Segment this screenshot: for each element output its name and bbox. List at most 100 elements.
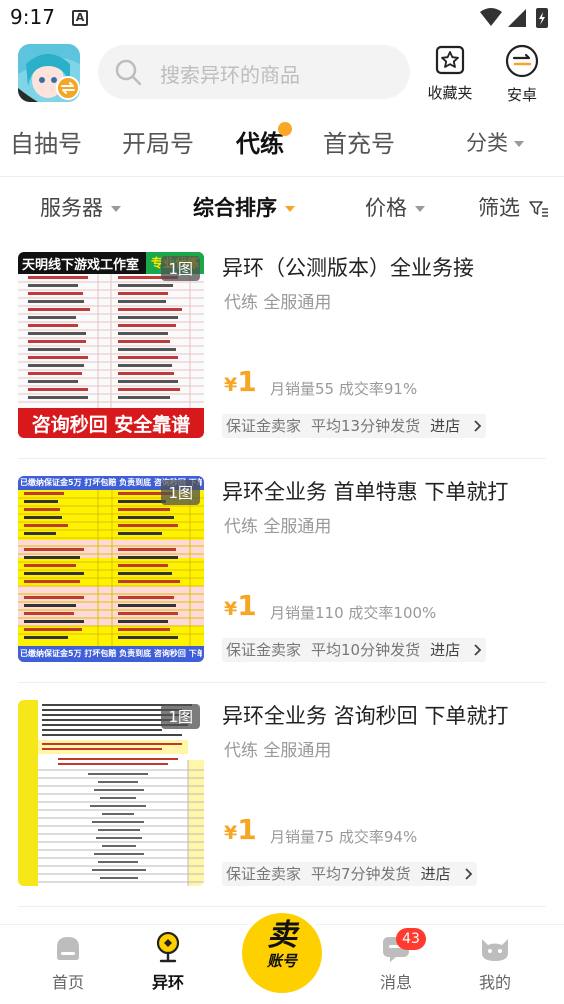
yihuan-game-icon <box>156 931 180 963</box>
profile-cat-icon <box>482 939 508 961</box>
thumb-footer: 咨询秒回 安全靠谱 <box>31 414 191 436</box>
nav-messages-label: 消息 <box>379 973 412 992</box>
search-icon <box>115 59 142 86</box>
price-currency: ¥ <box>224 822 238 844</box>
filter-server[interactable]: 服务器 <box>40 192 121 222</box>
chevron-right-icon <box>474 420 482 432</box>
home-icon <box>57 937 79 960</box>
sell-label-top: 卖 <box>267 918 297 953</box>
seller-tags: 保证金卖家 平均10分钟发货 进店 <box>222 638 487 662</box>
chevron-down-icon <box>111 206 121 212</box>
tab-categories[interactable]: 分类 <box>466 127 524 157</box>
product-price: ¥1 <box>224 813 257 846</box>
enter-store-link[interactable]: 进店 <box>430 417 482 435</box>
deposit-seller-tag: 保证金卖家 <box>226 865 302 883</box>
product-title[interactable]: 异环（公测版本）全业务接 <box>222 252 474 282</box>
delivery-time-tag: 平均10分钟发货 <box>311 641 421 659</box>
enter-store-label: 进店 <box>430 417 461 435</box>
product-image[interactable]: 已缴纳保证金5万 打坏包赔 负责到底 咨询秒回 下单就打 已缴纳保证金5万 打坏… <box>18 476 204 662</box>
product-subtitle: 代练 全服通用 <box>224 293 332 313</box>
favorites-star-icon <box>435 45 465 75</box>
nav-home-label: 首页 <box>51 973 84 992</box>
product-price: ¥1 <box>224 589 257 622</box>
product-subtitle: 代练 全服通用 <box>224 517 332 537</box>
product-sales: 月销量55 成交率91% <box>270 380 418 398</box>
thumb-footer: 已缴纳保证金5万 打坏包赔 负责到底 咨询秒回 下单就打 <box>20 649 202 658</box>
notification-a-icon: A <box>72 10 88 26</box>
product-image[interactable]: 1图 <box>18 700 204 886</box>
search-placeholder: 搜索异环的商品 <box>160 63 300 87</box>
enter-store-label: 进店 <box>420 865 451 883</box>
filter-server-label: 服务器 <box>40 196 103 220</box>
nav-mine[interactable]: 我的 <box>455 927 535 993</box>
product-sales: 月销量75 成交率94% <box>270 828 418 846</box>
tab-first-recharge[interactable]: 首充号 <box>323 124 395 159</box>
chevron-down-icon <box>514 141 524 147</box>
tabs-divider <box>0 176 564 177</box>
price-currency: ¥ <box>224 598 238 620</box>
image-count-badge: 1图 <box>161 480 200 505</box>
filter-screen[interactable]: 筛选 <box>478 192 549 222</box>
filter-sort[interactable]: 综合排序 <box>193 192 295 222</box>
tab-active-dot <box>278 122 292 136</box>
price-currency: ¥ <box>224 374 238 396</box>
android-switch-button[interactable]: 安卓 <box>496 44 548 105</box>
product-card[interactable]: 已缴纳保证金5万 打坏包赔 负责到底 咨询秒回 下单就打 已缴纳保证金5万 打坏… <box>18 476 546 684</box>
product-title[interactable]: 异环全业务 首单特惠 下单就打 <box>222 476 508 506</box>
seller-tags: 保证金卖家 平均13分钟发货 进店 <box>222 414 487 438</box>
filter-screen-label: 筛选 <box>478 196 520 220</box>
product-image[interactable]: 天明线下游戏工作室 专业代练 <box>18 252 204 438</box>
image-count-badge: 1图 <box>161 256 200 281</box>
app-logo[interactable] <box>18 44 80 102</box>
price-list-graphic <box>18 274 204 408</box>
filter-funnel-icon <box>528 201 548 217</box>
nav-home[interactable]: 首页 <box>28 927 108 993</box>
search-bar[interactable]: 搜索异环的商品 <box>98 45 410 99</box>
chevron-right-icon <box>474 644 482 656</box>
filter-sort-label: 综合排序 <box>193 196 277 220</box>
deposit-seller-tag: 保证金卖家 <box>226 417 302 435</box>
product-subtitle: 代练 全服通用 <box>224 741 332 761</box>
deposit-seller-tag: 保证金卖家 <box>226 641 302 659</box>
tab-boosting[interactable]: 代练 <box>236 122 292 159</box>
sell-label-bottom: 账号 <box>266 952 297 970</box>
card-separator <box>18 906 546 907</box>
product-title[interactable]: 异环全业务 咨询秒回 下单就打 <box>222 700 508 730</box>
product-sales: 月销量110 成交率100% <box>270 604 437 622</box>
nav-mine-label: 我的 <box>478 973 511 992</box>
android-switch-icon <box>505 44 539 78</box>
product-card[interactable]: 1图 异环全业务 咨询秒回 下单就打 代练 全服通用 ¥1 月销量75 成交率9… <box>18 700 546 908</box>
price-value: 1 <box>237 813 257 846</box>
delivery-time-tag: 平均7分钟发货 <box>311 865 411 883</box>
system-status-icons <box>480 8 548 28</box>
delivery-time-tag: 平均13分钟发货 <box>311 417 421 435</box>
tab-starter-account[interactable]: 开局号 <box>122 124 194 159</box>
favorites-label: 收藏夹 <box>427 84 473 102</box>
image-count-badge: 1图 <box>161 704 200 729</box>
filter-price[interactable]: 价格 <box>365 192 425 222</box>
enter-store-label: 进店 <box>430 641 461 659</box>
tab-boosting-label: 代练 <box>236 130 284 158</box>
tab-self-draw[interactable]: 自抽号 <box>10 124 82 159</box>
product-price: ¥1 <box>224 365 257 398</box>
unread-count-badge: 43 <box>396 928 426 950</box>
sell-account-button[interactable]: 卖 账号 <box>242 913 322 993</box>
filter-price-label: 价格 <box>365 196 407 220</box>
chevron-right-icon <box>464 868 472 880</box>
enter-store-link[interactable]: 进店 <box>421 865 473 883</box>
chevron-down-icon <box>285 206 295 212</box>
seller-tags: 保证金卖家 平均7分钟发货 进店 <box>222 862 477 886</box>
thumb-header: 天明线下游戏工作室 <box>22 258 140 273</box>
chevron-down-icon <box>415 206 425 212</box>
price-value: 1 <box>237 365 257 398</box>
favorites-button[interactable]: 收藏夹 <box>424 44 476 103</box>
card-separator <box>18 458 546 459</box>
price-value: 1 <box>237 589 257 622</box>
tab-categories-label: 分类 <box>466 131 508 155</box>
nav-yihuan-label: 异环 <box>151 973 184 992</box>
enter-store-link[interactable]: 进店 <box>430 641 482 659</box>
nav-yihuan[interactable]: 异环 <box>128 927 208 993</box>
status-time: 9:17 <box>10 5 55 29</box>
product-card[interactable]: 天明线下游戏工作室 专业代练 <box>18 252 546 460</box>
android-label: 安卓 <box>506 86 537 104</box>
